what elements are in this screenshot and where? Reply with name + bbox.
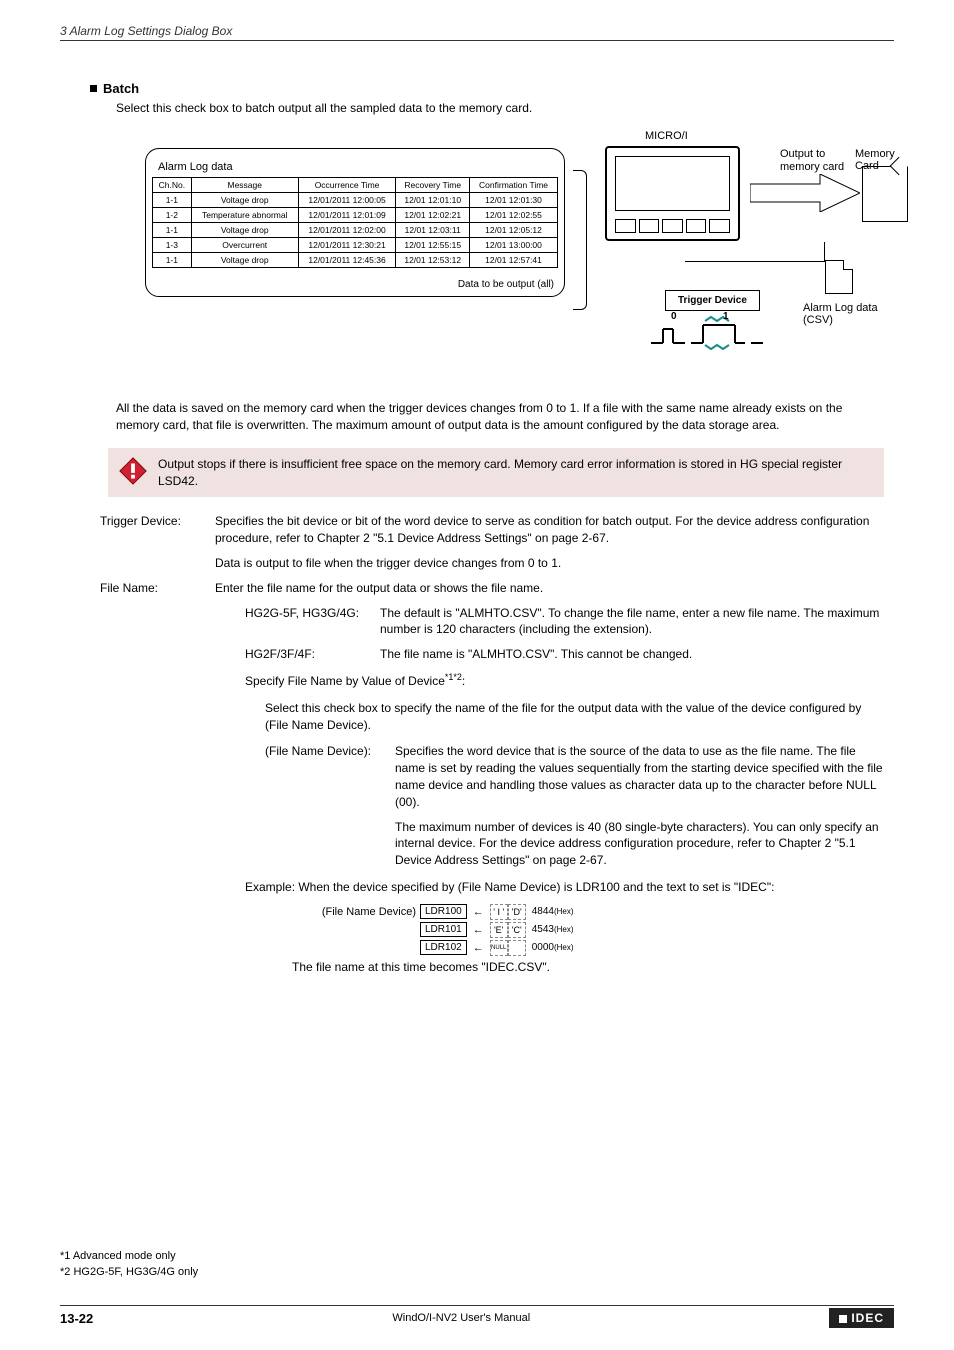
trigger-device-desc: Specifies the bit device or bit of the w…	[215, 513, 884, 547]
table-row: 1-2Temperature abnormal12/01/2011 12:01:…	[153, 208, 558, 223]
footer-title: WindO/I-NV2 User's Manual	[392, 1312, 530, 1324]
table-row: 1-1Voltage drop12/01/2011 12:45:3612/01 …	[153, 253, 558, 268]
footnote-ref: *1*2	[445, 672, 462, 682]
section-title-text: Batch	[103, 81, 139, 96]
th-rec: Recovery Time	[396, 178, 470, 193]
microi-label: MICRO/I	[645, 130, 688, 142]
ldr-diagram: (File Name Device) LDR100 ← ' I ''D' 484…	[310, 904, 894, 956]
th-conf: Confirmation Time	[470, 178, 558, 193]
hg2g-label: HG2G-5F, HG3G/4G:	[245, 605, 380, 639]
signal-zero: 0	[671, 311, 677, 322]
table-row: 1-3Overcurrent12/01/2011 12:30:2112/01 1…	[153, 238, 558, 253]
example-text: Example: When the device specified by (F…	[245, 879, 884, 896]
table-row: 1-1Voltage drop12/01/2011 12:00:0512/01 …	[153, 193, 558, 208]
monitor-icon	[605, 146, 740, 241]
document-icon	[825, 260, 853, 294]
footnote-1: *1 Advanced mode only	[60, 1249, 198, 1264]
file-name-desc: Enter the file name for the output data …	[215, 580, 884, 597]
footnote-2: *2 HG2G-5F, HG3G/4G only	[60, 1265, 198, 1280]
trigger-device-label: Trigger Device:	[100, 513, 215, 547]
bullet-icon	[90, 85, 97, 92]
hg2f-desc: The file name is "ALMHTO.CSV". This cann…	[380, 646, 884, 663]
diagram: MICRO/I Alarm Log data Ch.No. Message Oc…	[105, 130, 894, 380]
alarm-caption: Alarm Log data	[158, 161, 558, 173]
alarm-log-balloon: Alarm Log data Ch.No. Message Occurrence…	[145, 148, 565, 297]
breadcrumb: 3 Alarm Log Settings Dialog Box	[60, 24, 894, 38]
connector-line	[685, 242, 825, 262]
th-chno: Ch.No.	[153, 178, 192, 193]
section-intro: Select this check box to batch output al…	[116, 100, 894, 116]
footer: 13-22 WindO/I-NV2 User's Manual IDEC	[60, 1308, 894, 1328]
header-rule	[60, 40, 894, 41]
pulse-icon	[645, 315, 765, 351]
fnd-caption: (File Name Device)	[310, 906, 420, 918]
csv-label: Alarm Log data (CSV)	[803, 302, 894, 326]
hg2g-desc: The default is "ALMHTO.CSV". To change t…	[380, 605, 884, 639]
alarm-log-table: Ch.No. Message Occurrence Time Recovery …	[152, 177, 558, 268]
trigger-device-desc2: Data is output to file when the trigger …	[215, 555, 884, 572]
arrow-left-icon: ←	[473, 906, 484, 918]
brace-icon	[573, 170, 587, 310]
sd-card-icon	[862, 166, 908, 222]
file-name-device-desc2: The maximum number of devices is 40 (80 …	[395, 819, 884, 869]
th-msg: Message	[191, 178, 298, 193]
signal-one: 1	[723, 311, 729, 322]
ldr-box: LDR101	[420, 922, 467, 937]
output-to-label: Output to memory card	[780, 148, 844, 174]
specify-desc: Select this check box to specify the nam…	[265, 700, 884, 734]
section-title: Batch	[90, 81, 894, 96]
arrow-right-icon	[750, 174, 860, 212]
ldr-box: LDR102	[420, 940, 467, 955]
brand-logo: IDEC	[829, 1308, 894, 1328]
table-row: 1-1Voltage drop12/01/2011 12:02:0012/01 …	[153, 223, 558, 238]
ldr-box: LDR100	[420, 904, 467, 919]
footer-rule	[60, 1305, 894, 1306]
specify-heading: Specify File Name by Value of Device*1*2…	[245, 671, 884, 690]
file-name-device-desc1: Specifies the word device that is the so…	[395, 743, 884, 810]
ldr-result: The file name at this time becomes "IDEC…	[292, 960, 894, 974]
footnotes: *1 Advanced mode only *2 HG2G-5F, HG3G/4…	[60, 1249, 198, 1280]
warning-text: Output stops if there is insufficient fr…	[158, 456, 874, 490]
arrow-left-icon: ←	[473, 942, 484, 954]
trigger-signal: 0 1	[645, 315, 765, 354]
file-name-device-label: (File Name Device):	[265, 743, 395, 869]
file-name-label: File Name:	[100, 580, 215, 597]
trigger-device-box: Trigger Device	[665, 290, 760, 311]
data-output-label: Data to be output (all)	[458, 279, 554, 290]
arrow-left-icon: ←	[473, 924, 484, 936]
paragraph-main: All the data is saved on the memory card…	[116, 400, 884, 434]
hg2f-label: HG2F/3F/4F:	[245, 646, 380, 663]
warning-note: Output stops if there is insufficient fr…	[108, 448, 884, 498]
th-occ: Occurrence Time	[298, 178, 396, 193]
page-number: 13-22	[60, 1311, 93, 1326]
warning-icon	[118, 456, 148, 486]
